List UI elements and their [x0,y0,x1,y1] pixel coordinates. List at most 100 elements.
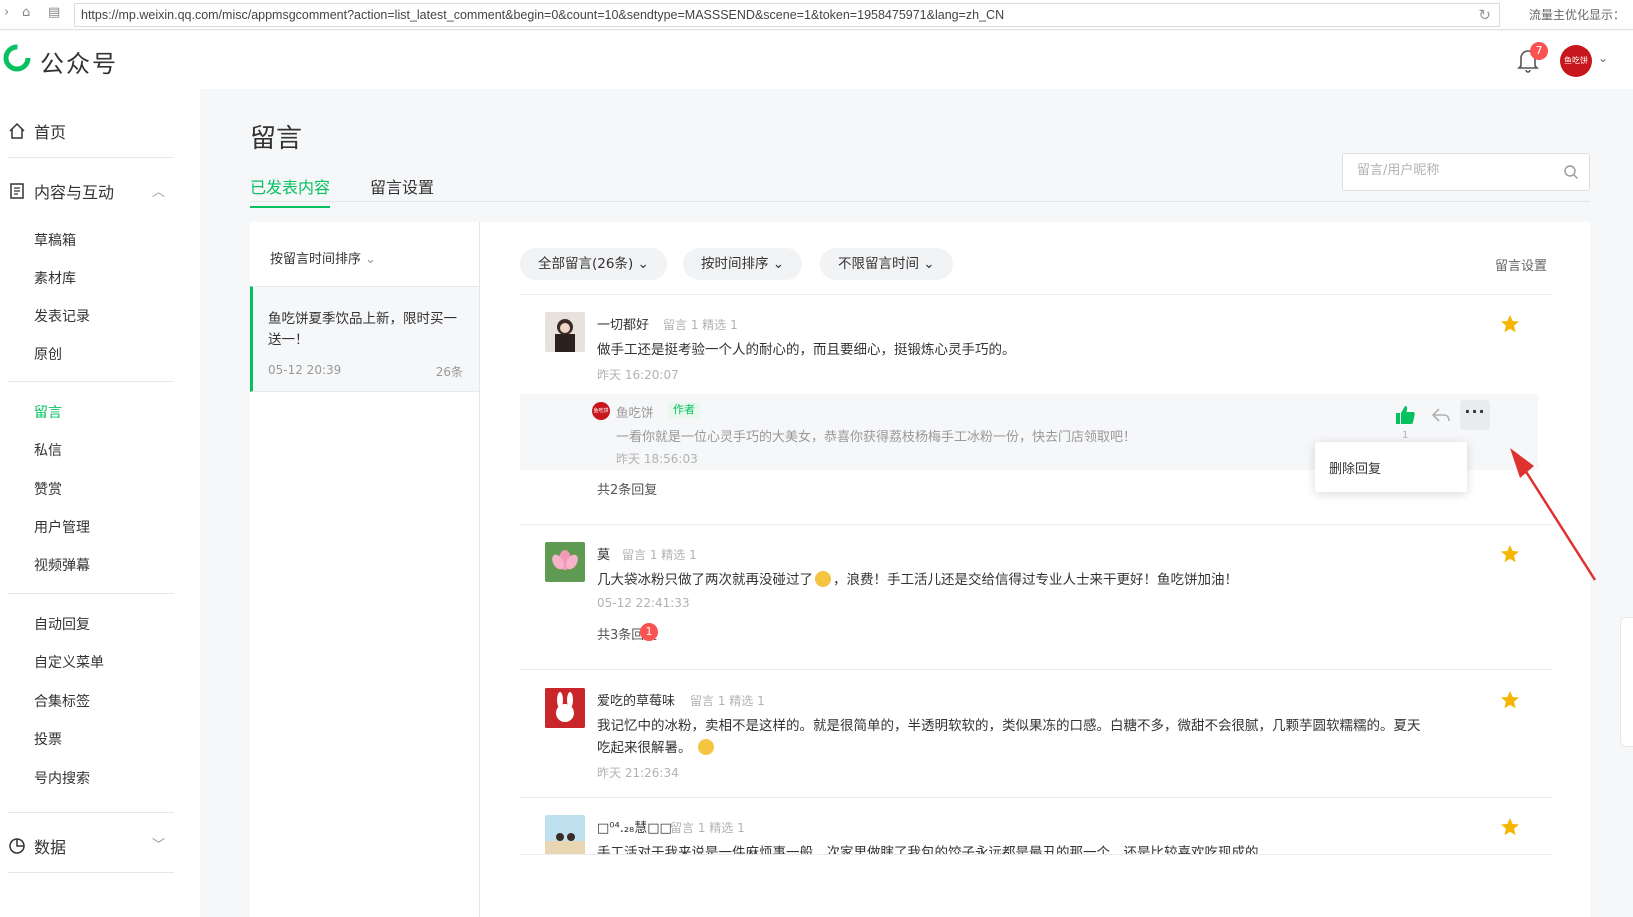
home-icon [9,122,25,139]
sidebar-item-drafts[interactable]: 草稿箱 [34,230,76,250]
avatar[interactable] [545,815,585,855]
comment-text-part: ，浪费！手工活儿还是交给信得过专业人士来干更好！鱼吃饼加油！ [833,572,1238,588]
avatar[interactable] [545,542,585,582]
sidebar-item-danmaku[interactable]: 视频弹幕 [34,555,90,575]
page-icon: ▤ [48,5,61,20]
article-sort-label: 按留言时间排序 [270,252,362,267]
home-icon[interactable]: ⌂ [22,5,30,20]
article-item[interactable]: 鱼吃饼夏季饮品上新，限时买一送一！ 05-12 20:39 26条 [250,286,479,392]
chevron-up-icon[interactable]: ︿ [152,181,165,200]
chevron-down-icon[interactable]: ﹀ [152,834,165,853]
search-box [1342,153,1590,191]
sidebar-item-original[interactable]: 原创 [34,344,62,364]
divider [520,669,1552,670]
filter-time[interactable]: 不限留言时间 ⌄ [820,248,953,280]
filter-sort[interactable]: 按时间排序 ⌄ [683,248,803,280]
comment-text: 手工活对于我来说是一件麻烦事一般，次家里做瞎了我包的饺子永远都是最丑的那一个，还… [597,845,1259,854]
commenter-name[interactable]: 爱吃的草莓味 [597,690,675,709]
emoji-icon [697,739,714,755]
account-avatar[interactable]: 鱼吃饼 [1560,45,1592,77]
article-sort-dropdown[interactable]: 按留言时间排序 ⌄ [270,248,376,267]
search-icon[interactable] [1563,164,1579,180]
notification-badge: 7 [1530,42,1548,60]
comment-text: 做手工还是挺考验一个人的耐心的，而且要细心，挺锻炼心灵手巧的。 [597,342,1016,358]
star-icon[interactable] [1500,690,1520,710]
sidebar-item-rewards[interactable]: 赞赏 [34,479,62,499]
comment-time: 昨天 21:26:34 [597,766,679,780]
sidebar-item-comments[interactable]: 留言 [34,402,62,422]
commenter-meta: 留言 1 精选 1 [663,318,738,332]
commenter-name[interactable]: 莫 [597,544,610,563]
delete-reply-button[interactable]: 删除回复 [1329,458,1381,477]
filter-all-label: 全部留言(26条) [538,256,634,272]
sidebar-label-content: 内容与互动 [34,183,115,202]
sidebar-label-home: 首页 [34,123,67,142]
sidebar-item-home[interactable]: 首页 [8,119,66,143]
url-text[interactable]: https://mp.weixin.qq.com/misc/appmsgcomm… [81,8,1004,22]
comment-settings-link[interactable]: 留言设置 [1495,255,1547,274]
chevron-down-icon: ⌄ [772,256,785,272]
reload-icon[interactable]: ↻ [1478,6,1491,24]
tab-published[interactable]: 已发表内容 [250,174,331,208]
author-avatar: 鱼吃饼 [592,402,610,420]
divider [520,797,1552,798]
sidebar-item-library[interactable]: 素材库 [34,268,76,288]
sidebar-item-publish-records[interactable]: 发表记录 [34,306,90,326]
sidebar-label-data: 数据 [34,838,67,857]
reply-count-link[interactable]: 共2条回复 [597,479,657,498]
article-comment-count: 26条 [435,365,463,379]
brand-title: 公众号 [40,50,118,78]
commenter-name[interactable]: 一切都好 [597,314,649,333]
sidebar-item-users[interactable]: 用户管理 [34,517,90,537]
chevron-down-icon[interactable]: ⌄ [1598,51,1608,65]
divider [520,294,1552,295]
search-input[interactable] [1357,163,1557,178]
reply-icon[interactable] [1430,404,1452,426]
forward-icon[interactable]: › [4,5,9,20]
comments-card: 按留言时间排序 ⌄ 鱼吃饼夏季饮品上新，限时买一送一！ 05-12 20:39 … [250,222,1590,917]
commenter-name[interactable]: □⁰⁴.₂₈慧□□ [597,817,672,836]
comment-text-part: 我记忆中的冰粉，卖相不是这样的。就是很简单的，半透明软软的，类似果冻的口感。白糖… [597,718,1421,756]
sidebar-item-votes[interactable]: 投票 [34,729,62,749]
comment-time: 05-12 22:41:33 [597,596,690,610]
page-title: 留言 [250,124,303,154]
sidebar-item-search[interactable]: 号内搜索 [34,768,90,788]
side-tab-handle[interactable] [1620,617,1633,747]
document-icon [10,183,24,199]
filter-time-label: 不限留言时间 [838,256,919,272]
commenter-meta: 留言 1 精选 1 [690,694,765,708]
comment-text: 几大袋冰粉只做了两次就再没碰过了 ，浪费！手工活儿还是交给信得过专业人士来干更好！… [597,569,1457,591]
sidebar-item-auto-reply[interactable]: 自动回复 [34,614,90,634]
more-icon[interactable]: ··· [1460,400,1490,430]
article-date: 05-12 20:39 [268,363,342,377]
reply-time: 昨天 18:56:03 [616,452,698,466]
avatar-portrait-icon [555,319,575,352]
filter-all-comments[interactable]: 全部留言(26条) ⌄ [520,248,667,280]
sidebar-divider [8,812,174,813]
avatar[interactable] [545,688,585,728]
star-icon[interactable] [1500,314,1520,334]
sidebar-item-collections[interactable]: 合集标签 [34,691,90,711]
sidebar-item-custom-menu[interactable]: 自定义菜单 [34,652,104,672]
thumbs-up-icon[interactable] [1394,404,1416,426]
author-name: 鱼吃饼 [616,405,654,420]
avatar[interactable] [545,312,585,352]
sidebar-divider [8,593,174,594]
url-field[interactable]: https://mp.weixin.qq.com/misc/appmsgcomm… [74,3,1500,27]
comment-text-part: 几大袋冰粉只做了两次就再没碰过了 [597,572,813,588]
like-count: 1 [1402,430,1409,441]
sidebar-item-messages[interactable]: 私信 [34,440,62,460]
browser-right-text: 流量主优化显示： [1528,8,1625,22]
lotus-icon [545,542,585,582]
divider [520,854,1552,855]
sidebar-section-data[interactable]: 数据 [8,834,66,858]
author-tag: 作者 [668,402,700,418]
sidebar: 首页 内容与互动 ︿ 草稿箱 素材库 发表记录 原创 留言 私信 赞赏 用户管理… [0,89,200,917]
star-icon[interactable] [1500,817,1520,837]
sidebar-section-content[interactable]: 内容与互动 [8,179,114,203]
commenter-meta: 留言 1 精选 1 [670,821,745,835]
divider [520,524,1552,525]
filter-sort-label: 按时间排序 [701,256,769,272]
chevron-down-icon: ⌄ [365,252,377,267]
tabs-divider [250,201,1590,202]
